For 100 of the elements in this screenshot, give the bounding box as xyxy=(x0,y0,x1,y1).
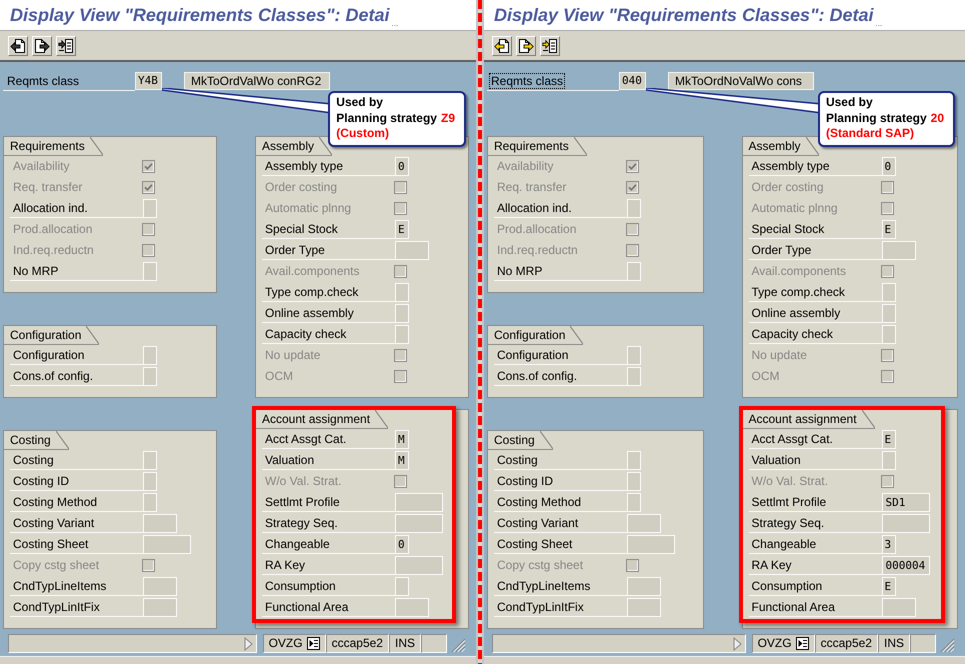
input-field[interactable] xyxy=(395,241,429,260)
input-field[interactable] xyxy=(143,598,177,617)
field-label: Special Stock xyxy=(748,219,882,239)
input-field[interactable] xyxy=(627,262,641,281)
input-field[interactable]: 040 xyxy=(619,72,646,90)
input-field[interactable] xyxy=(882,514,930,533)
group-title: Requirements xyxy=(4,137,103,156)
input-field[interactable]: 0 xyxy=(882,157,896,176)
field-label: Prod.allocation xyxy=(496,221,578,238)
field-label: Changeable xyxy=(748,534,882,554)
group-title: Account assignment xyxy=(742,410,875,429)
input-field[interactable] xyxy=(882,598,916,617)
title-ellipsis: ... xyxy=(392,20,398,28)
input-field[interactable]: SD1 xyxy=(882,493,930,512)
input-field[interactable] xyxy=(143,514,177,533)
input-field[interactable]: E xyxy=(882,577,896,596)
field-label: Capacity check xyxy=(748,324,882,344)
page-left-arrow-icon xyxy=(494,38,510,54)
input-field[interactable] xyxy=(143,577,177,596)
input-field[interactable] xyxy=(395,283,409,302)
callout-heading: Used by xyxy=(826,95,873,110)
group-title: Assembly xyxy=(256,137,332,156)
input-field[interactable]: Y4B xyxy=(135,72,162,90)
input-field[interactable] xyxy=(143,493,157,512)
field-label: Avail.components xyxy=(750,263,847,280)
input-field[interactable] xyxy=(882,283,896,302)
input-field[interactable] xyxy=(143,451,157,470)
group-title: Costing xyxy=(488,431,553,450)
input-field[interactable] xyxy=(627,514,661,533)
field-label: Order costing xyxy=(750,179,825,196)
page-right-arrow-icon xyxy=(518,38,534,54)
triangle-right-icon[interactable] xyxy=(732,636,742,650)
window-title: Display View "Requirements Classes": Detai xyxy=(10,4,390,26)
field-label: W/o Val. Strat. xyxy=(750,473,829,490)
toolbar-button[interactable] xyxy=(492,36,512,56)
input-field[interactable]: 000004 xyxy=(882,556,930,575)
input-field[interactable] xyxy=(395,304,409,323)
input-field[interactable] xyxy=(395,598,429,617)
input-field[interactable] xyxy=(627,472,641,491)
input-field[interactable] xyxy=(395,325,409,344)
group-title: Assembly xyxy=(742,137,819,156)
description-field: MkToOrdValWo conRG2 xyxy=(184,72,330,90)
field-label: Req. transfer xyxy=(12,179,84,196)
field-label: Avail.components xyxy=(264,263,360,280)
input-field[interactable] xyxy=(627,367,641,386)
group-title: Costing xyxy=(4,431,69,450)
input-field[interactable] xyxy=(627,577,661,596)
input-field[interactable] xyxy=(882,304,896,323)
field-label: Acct Assgt Cat. xyxy=(748,429,882,449)
toolbar-button[interactable] xyxy=(516,36,536,56)
input-field[interactable] xyxy=(143,367,157,386)
input-field[interactable] xyxy=(627,346,641,365)
input-mode: INS xyxy=(878,634,910,653)
input-field[interactable] xyxy=(627,535,675,554)
input-field[interactable]: 3 xyxy=(882,535,896,554)
strategy-code: 20 xyxy=(930,110,944,126)
field-label: Prod.allocation xyxy=(12,221,94,238)
title-ellipsis: ... xyxy=(876,20,882,28)
input-field[interactable] xyxy=(143,472,157,491)
toolbar-button[interactable] xyxy=(540,36,560,56)
triangle-right-icon[interactable] xyxy=(244,636,253,650)
input-field[interactable]: 0 xyxy=(395,535,409,554)
input-mode: INS xyxy=(388,634,421,653)
group-title: Requirements xyxy=(488,137,587,156)
input-field[interactable] xyxy=(627,199,641,218)
field-label: No update xyxy=(264,347,322,364)
input-field[interactable]: E xyxy=(882,430,896,449)
input-field[interactable] xyxy=(395,493,443,512)
field-label: OCM xyxy=(750,368,780,385)
input-field[interactable] xyxy=(395,556,443,575)
group-title: Account assignment xyxy=(256,410,388,429)
status-cell xyxy=(910,634,936,653)
input-field[interactable] xyxy=(627,493,641,512)
system-id: OVZG xyxy=(268,635,303,652)
callout-heading: Used by xyxy=(336,95,383,110)
field-label: Availability xyxy=(496,158,554,175)
field-label: Copy cstg sheet xyxy=(496,557,584,574)
input-field[interactable] xyxy=(143,535,191,554)
field-label: Online assembly xyxy=(748,303,882,323)
system-id: OVZG xyxy=(758,635,792,652)
input-field[interactable]: 0 xyxy=(395,157,409,176)
input-field[interactable] xyxy=(882,451,896,470)
page-left-arrow-icon xyxy=(10,38,26,54)
input-field[interactable] xyxy=(395,514,443,533)
group-title: Configuration xyxy=(4,326,100,345)
input-field[interactable] xyxy=(143,199,157,218)
input-field[interactable] xyxy=(143,262,157,281)
input-field[interactable]: M xyxy=(395,430,409,449)
description-field: MkToOrdNoValWo cons xyxy=(668,72,814,90)
input-field[interactable]: E xyxy=(395,220,409,239)
input-field[interactable] xyxy=(627,598,661,617)
input-field[interactable]: E xyxy=(882,220,896,239)
input-field[interactable] xyxy=(882,325,896,344)
field-label: Reqmts class xyxy=(6,73,80,89)
input-field[interactable] xyxy=(143,346,157,365)
input-field[interactable] xyxy=(395,577,409,596)
input-field[interactable] xyxy=(627,451,641,470)
input-field[interactable] xyxy=(882,241,916,260)
field-label: RA Key xyxy=(748,555,882,575)
input-field[interactable]: M xyxy=(395,451,409,470)
